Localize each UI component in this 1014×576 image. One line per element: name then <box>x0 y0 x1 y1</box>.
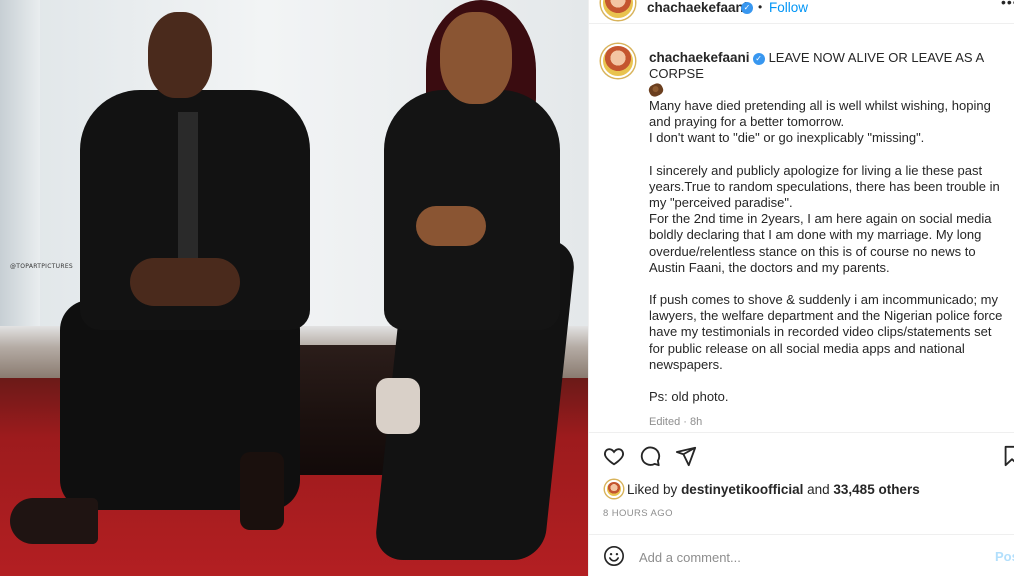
caption: chachaekefaani ✓ LEAVE NOW ALIVE OR LEAVE … <box>589 40 1014 432</box>
action-bar <box>589 432 1014 476</box>
man-shoe-right <box>240 452 284 530</box>
post-timestamp[interactable]: 8 HOURS AGO <box>603 508 673 519</box>
avatar[interactable] <box>601 0 635 20</box>
coffin-emoji-icon <box>647 81 665 99</box>
likes-connector: and <box>807 482 830 497</box>
header-separator: • <box>758 0 763 14</box>
caption-username[interactable]: chachaekefaani <box>649 50 750 65</box>
post-header: chachaekefaani ✓ • Follow ••• <box>589 0 1014 24</box>
post-photo[interactable]: @TOPARTPICTURES <box>0 0 588 576</box>
woman-hands <box>416 206 486 246</box>
caption-paragraph: Ps: old photo. <box>649 389 729 405</box>
likes-summary[interactable]: Liked by destinyetikoofficial and 33,485… <box>601 480 1011 502</box>
caption-headline-row: chachaekefaani ✓ LEAVE NOW ALIVE OR LEAVE … <box>647 50 1009 99</box>
post-comment-button[interactable]: Post <box>995 549 1014 564</box>
photo-watermark: @TOPARTPICTURES <box>10 263 74 270</box>
liker-username[interactable]: destinyetikoofficial <box>681 482 803 497</box>
liker-avatar[interactable] <box>605 480 623 498</box>
heart-icon[interactable] <box>603 445 625 467</box>
likes-prefix: Liked by <box>627 482 678 497</box>
header-username[interactable]: chachaekefaani <box>647 0 748 15</box>
caption-body: Many have died pretending all is well wh… <box>649 98 1009 421</box>
verified-badge-icon: ✓ <box>741 2 753 14</box>
caption-paragraph: Many have died pretending all is well wh… <box>649 98 991 146</box>
caption-paragraph: If push comes to shove & suddenly i am i… <box>649 292 1003 372</box>
caption-paragraph: I sincerely and publicly apologize for l… <box>649 162 1000 275</box>
comment-icon[interactable] <box>639 445 661 467</box>
woman-shoe <box>376 378 420 434</box>
man-shoe-left <box>10 498 98 544</box>
man-head <box>148 12 212 98</box>
man-hands <box>130 258 240 306</box>
verified-badge-icon: ✓ <box>752 53 765 65</box>
photo-column <box>0 0 40 330</box>
more-options-icon[interactable]: ••• <box>1001 0 1014 10</box>
emoji-icon[interactable] <box>603 545 625 567</box>
woman-face <box>440 12 512 104</box>
follow-button[interactable]: Follow <box>769 0 808 15</box>
caption-avatar[interactable] <box>601 44 635 78</box>
likes-text: Liked by destinyetikoofficial and 33,485… <box>627 482 920 497</box>
likes-others[interactable]: 33,485 others <box>833 482 919 497</box>
bookmark-icon[interactable] <box>1001 445 1014 467</box>
post-side-panel: chachaekefaani ✓ • Follow ••• chachaekef… <box>588 0 1014 576</box>
comment-bar: Post <box>589 534 1014 576</box>
comment-input[interactable] <box>639 547 959 567</box>
man-tie <box>178 112 198 262</box>
edited-timestamp: Edited · 8h <box>649 416 703 428</box>
share-icon[interactable] <box>675 445 697 467</box>
